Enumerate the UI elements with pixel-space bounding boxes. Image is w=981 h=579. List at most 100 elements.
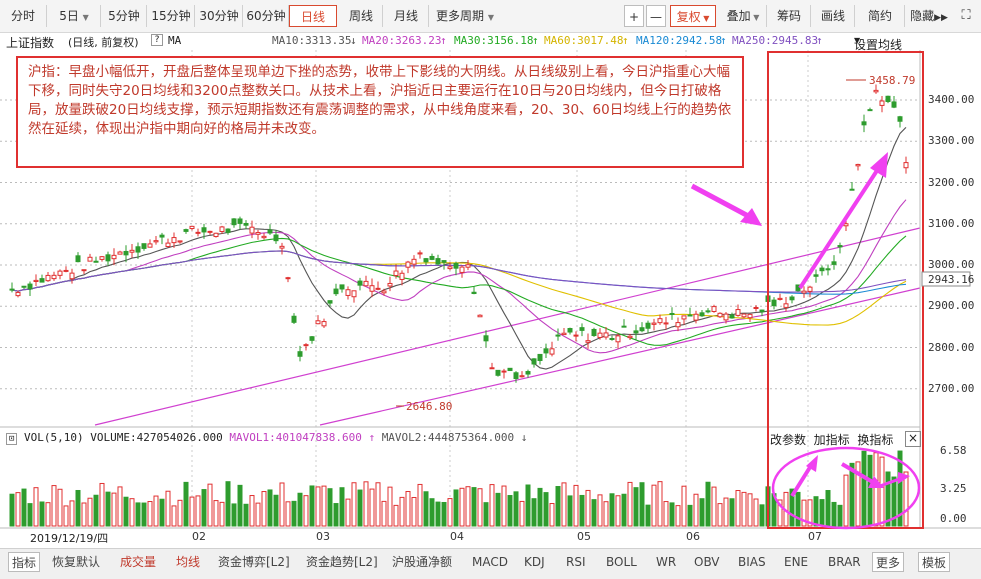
edit-params-button[interactable]: 改参数 bbox=[770, 433, 806, 447]
candle-body bbox=[903, 162, 909, 169]
volume-bar bbox=[309, 485, 315, 527]
period-tab-more[interactable]: 更多周期 ▼ bbox=[430, 5, 500, 27]
candle-body bbox=[471, 291, 477, 295]
volume-bar bbox=[117, 486, 123, 527]
candle-body bbox=[135, 246, 141, 253]
period-tab-30min[interactable]: 30分钟 bbox=[196, 5, 243, 27]
volume-bar bbox=[573, 484, 579, 527]
hide-button[interactable]: 隐藏▶▶ bbox=[906, 5, 952, 27]
volume-bar bbox=[717, 503, 723, 527]
candle-body bbox=[93, 260, 99, 263]
volume-bar bbox=[75, 489, 81, 527]
ma20-value: MA20:3263.23 bbox=[362, 34, 442, 47]
low-marker: 2646.80 bbox=[396, 400, 452, 413]
candle-body bbox=[723, 313, 729, 321]
candle-body bbox=[591, 328, 597, 337]
tab-bias[interactable]: BIAS bbox=[738, 552, 766, 572]
fullscreen-icon[interactable]: ⛶ bbox=[955, 5, 977, 27]
chips-button[interactable]: 筹码 bbox=[768, 5, 811, 27]
volume-bar bbox=[159, 498, 165, 527]
ma-line bbox=[11, 235, 907, 346]
restore-dropdown[interactable]: 复权 ▼ bbox=[670, 5, 716, 27]
close-icon[interactable]: × bbox=[905, 431, 921, 447]
candle-body bbox=[543, 348, 549, 354]
candle-body bbox=[243, 222, 249, 226]
period-tab-15min[interactable]: 15分钟 bbox=[148, 5, 195, 27]
period-tab-weekly[interactable]: 周线 bbox=[340, 5, 383, 27]
volume-bar bbox=[165, 490, 171, 527]
chevron-down-icon: ▼ bbox=[487, 13, 494, 22]
simple-mode-button[interactable]: 简约 bbox=[856, 5, 905, 27]
candle-body bbox=[465, 264, 471, 268]
volume-buttons: 改参数 加指标 换指标 bbox=[770, 431, 893, 448]
switch-indicator-button[interactable]: 换指标 bbox=[857, 433, 893, 447]
candle-body bbox=[699, 312, 705, 317]
collapse-icon[interactable]: ⊡ bbox=[6, 433, 18, 445]
volume-bar bbox=[681, 485, 687, 527]
month-tick: 06 bbox=[686, 530, 700, 543]
volume-bar bbox=[285, 501, 291, 527]
volume-bar bbox=[609, 493, 615, 527]
add-indicator-button[interactable]: 加指标 bbox=[814, 433, 850, 447]
tab-macd[interactable]: MACD bbox=[472, 552, 508, 572]
candle-body bbox=[249, 226, 255, 234]
zoom-out-button[interactable]: — bbox=[646, 5, 666, 27]
zoom-in-button[interactable]: + bbox=[624, 5, 644, 27]
period-tab-5day[interactable]: 5日 ▼ bbox=[48, 5, 101, 27]
volume-bar bbox=[501, 485, 507, 527]
tab-ma[interactable]: 均线 bbox=[176, 552, 200, 572]
low-label: 2646.80 bbox=[406, 400, 452, 413]
candle-body bbox=[573, 334, 579, 337]
candle-body bbox=[267, 229, 273, 234]
volume-bar bbox=[267, 489, 273, 527]
candle-body bbox=[693, 313, 699, 321]
ma30-value: MA30:3156.18 bbox=[454, 34, 534, 47]
candle-body bbox=[351, 290, 357, 298]
volume-bar bbox=[171, 505, 177, 527]
volume-bar bbox=[195, 495, 201, 527]
tab-obv[interactable]: OBV bbox=[694, 552, 720, 572]
volume-value: VOLUME:427054026.000 bbox=[90, 431, 223, 444]
tab-hk-connect[interactable]: 沪股通净额 bbox=[392, 552, 452, 572]
candle-body bbox=[579, 327, 585, 331]
tab-indicator[interactable]: 指标 bbox=[8, 552, 41, 572]
tab-wr[interactable]: WR bbox=[656, 552, 676, 572]
period-tab-60min[interactable]: 60分钟 bbox=[244, 5, 289, 27]
help-icon[interactable]: ? bbox=[151, 34, 163, 46]
volume-bar bbox=[183, 481, 189, 527]
period-tab-5min[interactable]: 5分钟 bbox=[102, 5, 147, 27]
candle-body bbox=[75, 255, 81, 263]
tab-boll[interactable]: BOLL bbox=[606, 552, 637, 572]
candle-body bbox=[165, 242, 171, 248]
mavol2-value: MAVOL2:444875364.000 bbox=[381, 431, 515, 444]
volume-bar bbox=[429, 498, 435, 527]
volume-bar bbox=[177, 499, 183, 527]
period-tab-daily[interactable]: 日线 bbox=[289, 5, 337, 27]
volume-bar bbox=[633, 487, 639, 527]
tab-brar[interactable]: BRAR bbox=[828, 552, 861, 572]
price-tick: 2700.00 bbox=[928, 382, 975, 395]
volume-bar bbox=[495, 492, 501, 527]
tab-capital-game[interactable]: 资金博弈[L2] bbox=[218, 552, 290, 572]
volume-bar bbox=[699, 498, 705, 527]
tab-template[interactable]: 模板 bbox=[918, 552, 951, 572]
volume-bar bbox=[795, 491, 801, 527]
candle-body bbox=[555, 334, 561, 337]
tab-capital-trend[interactable]: 资金趋势[L2] bbox=[306, 552, 378, 572]
tab-rsi[interactable]: RSI bbox=[566, 552, 586, 572]
tab-ene[interactable]: ENE bbox=[784, 552, 808, 572]
tab-restore-default[interactable]: 恢复默认 bbox=[52, 552, 100, 572]
candle-body bbox=[759, 309, 765, 313]
chevron-down-icon: ▼ bbox=[750, 13, 760, 22]
tab-kdj[interactable]: KDJ bbox=[524, 552, 545, 572]
volume-bar bbox=[9, 493, 15, 527]
draw-line-button[interactable]: 画线 bbox=[812, 5, 855, 27]
tab-volume[interactable]: 成交量 bbox=[120, 552, 156, 572]
overlay-dropdown[interactable]: 叠加 ▼ bbox=[720, 5, 767, 27]
period-tab-monthly[interactable]: 月线 bbox=[384, 5, 429, 27]
volume-bar bbox=[597, 494, 603, 527]
volume-bar bbox=[279, 482, 285, 527]
period-tab-timeshare[interactable]: 分时 bbox=[0, 5, 47, 27]
tab-more[interactable]: 更多 bbox=[872, 552, 905, 572]
candle-body bbox=[303, 344, 309, 347]
